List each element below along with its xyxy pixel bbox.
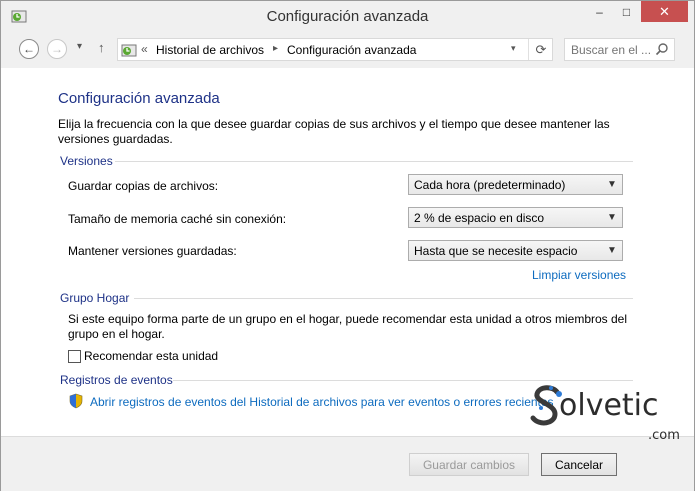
chevron-down-icon: ▼ — [607, 212, 617, 223]
forward-button[interactable]: → — [47, 39, 67, 59]
address-dropdown-icon[interactable]: ▾ — [511, 43, 516, 54]
watermark-text: olvetic — [559, 388, 659, 423]
versions-divider — [115, 161, 633, 162]
open-event-logs-link[interactable]: Abrir registros de eventos del Historial… — [90, 395, 554, 409]
chevron-down-icon: ▼ — [607, 179, 617, 190]
title-bar: Configuración avanzada – □ ✕ — [1, 1, 694, 32]
search-input[interactable] — [565, 39, 659, 60]
keep-versions-select[interactable]: Hasta que se necesite espacio ▼ — [408, 240, 623, 261]
offline-cache-value: 2 % de espacio en disco — [414, 211, 545, 225]
maximize-button[interactable]: □ — [613, 1, 640, 22]
navigation-bar: ← → ▾ ↑ « Historial de archivos ▸ Config… — [1, 32, 694, 68]
chevron-down-icon: ▼ — [607, 245, 617, 256]
search-icon[interactable] — [655, 42, 669, 56]
file-history-icon — [121, 44, 137, 57]
versions-header: Versiones — [60, 154, 113, 168]
page-title: Configuración avanzada — [58, 90, 220, 107]
cancel-button[interactable]: Cancelar — [541, 453, 617, 476]
search-box[interactable] — [564, 38, 675, 61]
offline-cache-select[interactable]: 2 % de espacio en disco ▼ — [408, 207, 623, 228]
recommend-drive-checkbox[interactable] — [68, 350, 81, 363]
breadcrumb-separator-icon[interactable]: ▸ — [273, 43, 278, 54]
keep-versions-value: Hasta que se necesite espacio — [414, 244, 578, 258]
recent-locations-chevron-icon[interactable]: ▾ — [77, 41, 82, 52]
solvetic-watermark: olvetic .com — [529, 382, 689, 448]
minimize-button[interactable]: – — [586, 1, 613, 22]
up-button[interactable]: ↑ — [98, 40, 105, 55]
page-description: Elija la frecuencia con la que desee gua… — [58, 117, 610, 146]
save-frequency-label: Guardar copias de archivos: — [68, 179, 219, 193]
refresh-button[interactable]: ⟳ — [528, 39, 553, 60]
solvetic-logo-icon — [530, 385, 562, 426]
clean-versions-link[interactable]: Limpiar versiones — [532, 268, 626, 282]
homegroup-divider — [134, 298, 633, 299]
breadcrumb-overflow-icon[interactable]: « — [141, 42, 148, 56]
event-logs-divider — [173, 380, 633, 381]
shield-icon — [69, 393, 83, 409]
watermark-suffix: .com — [648, 428, 680, 443]
save-frequency-value: Cada hora (predeterminado) — [414, 178, 566, 192]
save-changes-button[interactable]: Guardar cambios — [409, 453, 529, 476]
keep-versions-label: Mantener versiones guardadas: — [68, 244, 237, 258]
recommend-drive-label[interactable]: Recomendar esta unidad — [84, 349, 218, 363]
homegroup-header: Grupo Hogar — [60, 291, 130, 305]
breadcrumb-advanced-settings[interactable]: Configuración avanzada — [287, 43, 416, 57]
breadcrumb-file-history[interactable]: Historial de archivos — [156, 43, 264, 57]
app-window: Configuración avanzada – □ ✕ ← → ▾ ↑ « H… — [0, 0, 695, 491]
offline-cache-label: Tamaño de memoria caché sin conexión: — [68, 212, 287, 226]
event-logs-header: Registros de eventos — [60, 373, 173, 387]
save-frequency-select[interactable]: Cada hora (predeterminado) ▼ — [408, 174, 623, 195]
address-bar[interactable]: « Historial de archivos ▸ Configuración … — [117, 38, 553, 61]
homegroup-description: Si este equipo forma parte de un grupo e… — [68, 312, 628, 341]
back-button[interactable]: ← — [19, 39, 39, 59]
close-button[interactable]: ✕ — [641, 1, 688, 22]
main-content: Configuración avanzada Elija la frecuenc… — [1, 68, 694, 436]
